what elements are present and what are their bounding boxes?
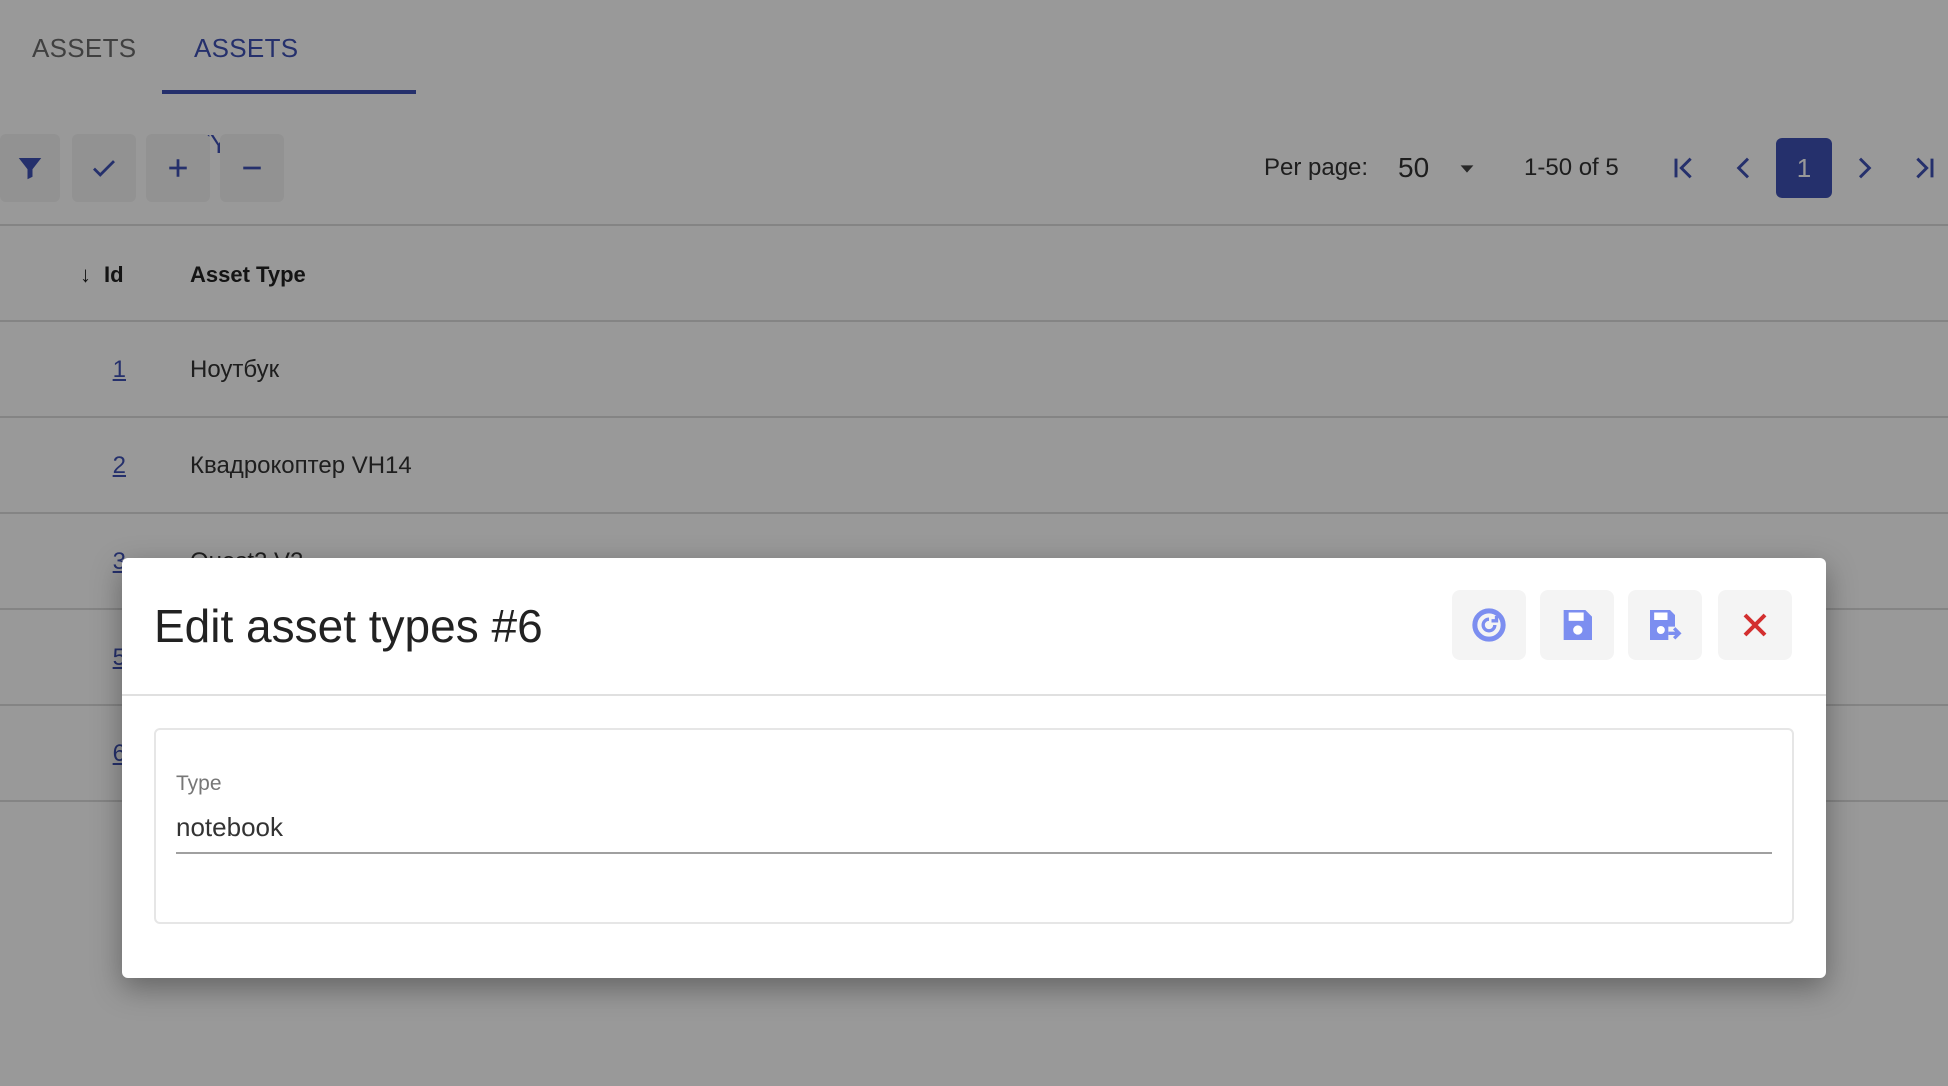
type-field-card: Type	[154, 728, 1794, 924]
dialog-header: Edit asset types #6	[122, 558, 1826, 696]
close-icon	[1743, 613, 1767, 637]
refresh-icon	[1472, 608, 1506, 642]
page: ASSETS ASSETS TYPES Per page: 50 1-50 of…	[0, 0, 1948, 1086]
save-icon	[1563, 610, 1592, 640]
dialog-title: Edit asset types #6	[154, 600, 543, 652]
type-field-label: Type	[176, 772, 222, 795]
save-exit-icon	[1650, 610, 1682, 640]
save-and-exit-button[interactable]	[1628, 590, 1702, 660]
refresh-button[interactable]	[1452, 590, 1526, 660]
close-button[interactable]	[1718, 590, 1792, 660]
type-input[interactable]	[176, 802, 1772, 854]
edit-asset-type-dialog: Edit asset types #6 Type notebook	[122, 558, 1826, 978]
save-button[interactable]	[1540, 590, 1614, 660]
